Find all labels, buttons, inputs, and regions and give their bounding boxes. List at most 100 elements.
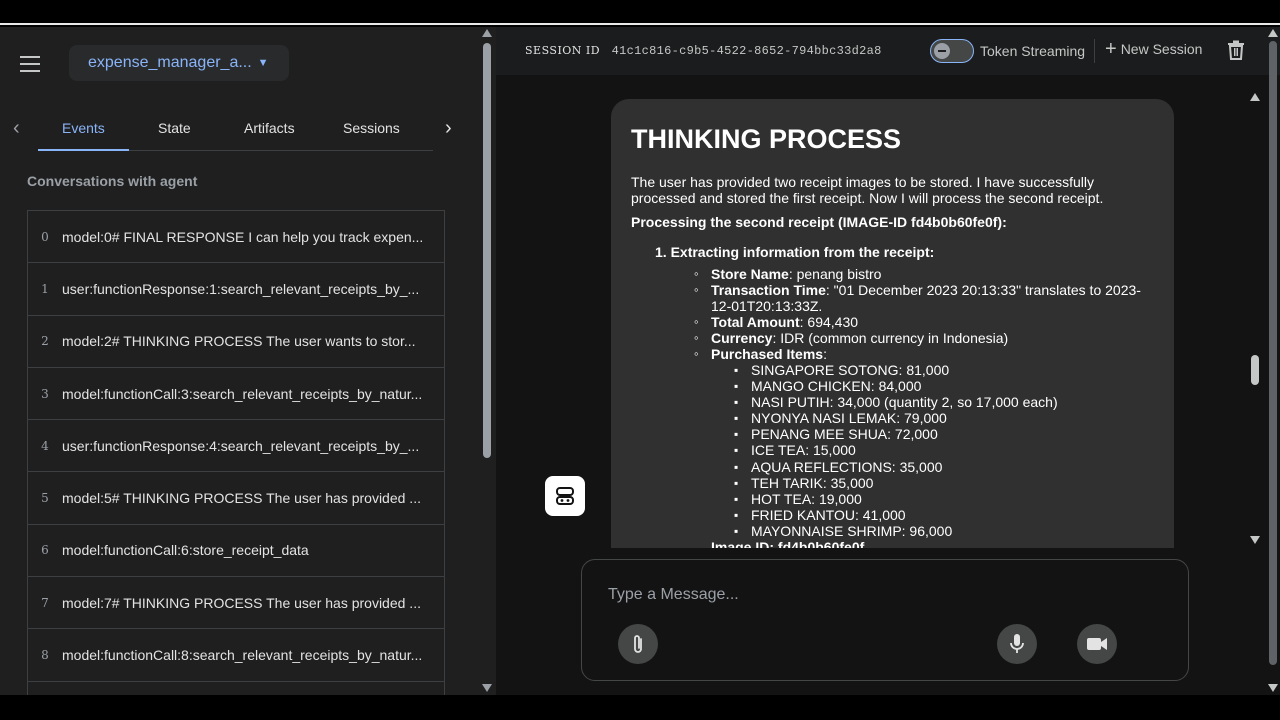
event-text: model:functionCall:8:search_relevant_rec… bbox=[62, 647, 423, 664]
trash-icon[interactable] bbox=[1227, 40, 1245, 60]
event-list: 0 model:0# FINAL RESPONSE I can help you … bbox=[27, 210, 445, 695]
sidebar: expense_manager_a... ▼ ‹ Events State Ar… bbox=[0, 27, 478, 695]
list-item: TEH TARIK: 35,000 bbox=[731, 475, 1151, 491]
event-index: 4 bbox=[41, 438, 49, 453]
event-row[interactable]: 8 model:functionCall:8:search_relevant_re… bbox=[27, 628, 445, 681]
scroll-down-icon[interactable] bbox=[1268, 684, 1278, 692]
purchased-items-list: SINGAPORE SOTONG: 81,000 MANGO CHICKEN: … bbox=[711, 362, 1151, 539]
session-id: SESSION ID 41c1c816-c9b5-4522-8652-794bb… bbox=[525, 44, 882, 58]
tab-state[interactable]: State bbox=[158, 120, 191, 136]
event-row[interactable]: 5 model:5# THINKING PROCESS The user has … bbox=[27, 471, 445, 524]
list-item: HOT TEA: 19,000 bbox=[731, 491, 1151, 507]
event-index: 6 bbox=[41, 543, 49, 558]
paperclip-icon bbox=[634, 635, 642, 653]
scrollbar-thumb[interactable] bbox=[1269, 41, 1277, 665]
tab-events[interactable]: Events bbox=[62, 120, 105, 136]
sidebar-scrollbar[interactable] bbox=[478, 27, 496, 695]
field-currency: Currency: IDR (common currency in Indone… bbox=[691, 330, 1151, 346]
event-row[interactable]: 6 model:functionCall:6:store_receipt_data bbox=[27, 523, 445, 577]
step-heading: 1. Extracting information from the recei… bbox=[655, 244, 935, 260]
list-item: AQUA REFLECTIONS: 35,000 bbox=[731, 459, 1151, 475]
scroll-up-icon[interactable] bbox=[482, 29, 492, 37]
list-item: SINGAPORE SOTONG: 81,000 bbox=[731, 362, 1151, 378]
top-bar bbox=[0, 0, 1280, 25]
field-transaction-time: Transaction Time: "01 December 2023 20:1… bbox=[691, 282, 1151, 314]
token-streaming-toggle[interactable] bbox=[930, 39, 974, 63]
header-divider bbox=[1094, 39, 1095, 63]
section-label: Conversations with agent bbox=[27, 173, 198, 189]
event-text: model:0# FINAL RESPONSE I can help you t… bbox=[62, 228, 424, 245]
event-row[interactable]: 2 model:2# THINKING PROCESS The user want… bbox=[27, 314, 445, 367]
attach-button[interactable] bbox=[618, 624, 658, 664]
event-index: 3 bbox=[41, 386, 49, 401]
message-heading: THINKING PROCESS bbox=[631, 124, 902, 154]
event-text: model:5# THINKING PROCESS The user has p… bbox=[62, 490, 421, 507]
event-index: 8 bbox=[41, 648, 49, 663]
caret-down-icon: ▼ bbox=[257, 57, 269, 69]
chat-panel: SESSION ID 41c1c816-c9b5-4522-8652-794bb… bbox=[496, 27, 1280, 695]
scroll-up-icon[interactable] bbox=[1268, 29, 1278, 37]
receipt-fields: Store Name: penang bistro Transaction Ti… bbox=[691, 266, 1151, 539]
list-item: FRIED KANTOU: 41,000 bbox=[731, 507, 1151, 523]
scrollbar-thumb[interactable] bbox=[483, 43, 491, 458]
menu-icon[interactable] bbox=[20, 56, 40, 72]
list-item: NASI PUTIH: 34,000 (quantity 2, so 17,00… bbox=[731, 394, 1151, 410]
new-session-button[interactable]: + New Session bbox=[1105, 38, 1202, 60]
event-text: model:functionCall:3:search_relevant_rec… bbox=[62, 385, 423, 402]
toggle-knob bbox=[934, 43, 950, 59]
session-id-label: SESSION ID bbox=[525, 44, 601, 57]
event-text: model:2# THINKING PROCESS The user wants… bbox=[62, 333, 416, 350]
event-text: user:functionResponse:4:search_relevant_… bbox=[62, 437, 420, 454]
field-store-name: Store Name: penang bistro bbox=[691, 266, 1151, 282]
microphone-icon bbox=[1010, 634, 1024, 653]
agent-message: THINKING PROCESS The user has provided t… bbox=[611, 99, 1174, 548]
app-selector[interactable]: expense_manager_a... ▼ bbox=[69, 45, 289, 81]
tab-sessions[interactable]: Sessions bbox=[343, 120, 400, 136]
scroll-down-icon[interactable] bbox=[1250, 536, 1260, 544]
event-index: 0 bbox=[41, 229, 49, 244]
event-index: 2 bbox=[41, 334, 49, 349]
event-row[interactable] bbox=[27, 680, 445, 695]
field-total-amount: Total Amount: 694,430 bbox=[691, 314, 1151, 330]
robot-icon bbox=[545, 476, 585, 516]
token-streaming-label: Token Streaming bbox=[980, 43, 1086, 59]
page-scrollbar[interactable] bbox=[1266, 27, 1280, 695]
list-item: ICE TEA: 15,000 bbox=[731, 442, 1151, 458]
chat-scrollbar[interactable] bbox=[1247, 93, 1263, 545]
microphone-button[interactable] bbox=[997, 624, 1037, 664]
event-row[interactable]: 1 user:functionResponse:1:search_relevant… bbox=[27, 262, 445, 315]
event-row[interactable]: 0 model:0# FINAL RESPONSE I can help you … bbox=[27, 210, 445, 263]
plus-icon: + bbox=[1105, 38, 1117, 60]
active-tab-indicator bbox=[38, 149, 129, 151]
message-composer bbox=[581, 559, 1189, 681]
list-item: NYONYA NASI LEMAK: 79,000 bbox=[731, 410, 1151, 426]
event-text: model:functionCall:6:store_receipt_data bbox=[62, 542, 309, 559]
event-index: 7 bbox=[41, 595, 49, 610]
event-index: 1 bbox=[41, 281, 49, 296]
scrollbar-thumb[interactable] bbox=[1251, 355, 1259, 385]
video-button[interactable] bbox=[1077, 624, 1117, 664]
event-row[interactable]: 3 model:functionCall:3:search_relevant_re… bbox=[27, 366, 445, 420]
list-item: PENANG MEE SHUA: 72,000 bbox=[731, 426, 1151, 442]
event-row[interactable]: 7 model:7# THINKING PROCESS The user has … bbox=[27, 576, 445, 629]
list-item: MANGO CHICKEN: 84,000 bbox=[731, 378, 1151, 394]
session-id-value: 41c1c816-c9b5-4522-8652-794bbc33d2a8 bbox=[611, 44, 882, 58]
event-index: 5 bbox=[41, 491, 49, 506]
bottom-bar bbox=[0, 695, 1280, 720]
message-input[interactable] bbox=[608, 586, 1148, 604]
chevron-left-icon[interactable]: ‹ bbox=[13, 117, 20, 140]
message-paragraph: The user has provided two receipt images… bbox=[631, 174, 1104, 206]
scroll-down-icon[interactable] bbox=[482, 684, 492, 692]
chevron-right-icon[interactable]: › bbox=[445, 117, 452, 140]
list-item: MAYONNAISE SHRIMP: 96,000 bbox=[731, 523, 1151, 539]
processing-line: Processing the second receipt (IMAGE-ID … bbox=[631, 214, 1007, 230]
tab-artifacts[interactable]: Artifacts bbox=[244, 120, 295, 136]
video-camera-icon bbox=[1087, 638, 1107, 650]
sidebar-tabs: ‹ Events State Artifacts Sessions › bbox=[0, 109, 478, 151]
scroll-up-icon[interactable] bbox=[1250, 93, 1260, 101]
chat-header: SESSION ID 41c1c816-c9b5-4522-8652-794bb… bbox=[496, 27, 1280, 75]
field-purchased-items: Purchased Items: SINGAPORE SOTONG: 81,00… bbox=[691, 346, 1151, 539]
event-text: user:functionResponse:1:search_relevant_… bbox=[62, 280, 420, 297]
event-row[interactable]: 4 user:functionResponse:4:search_relevant… bbox=[27, 419, 445, 472]
cut-off-line: Image ID: fd4b0b60fe0f bbox=[711, 539, 865, 548]
